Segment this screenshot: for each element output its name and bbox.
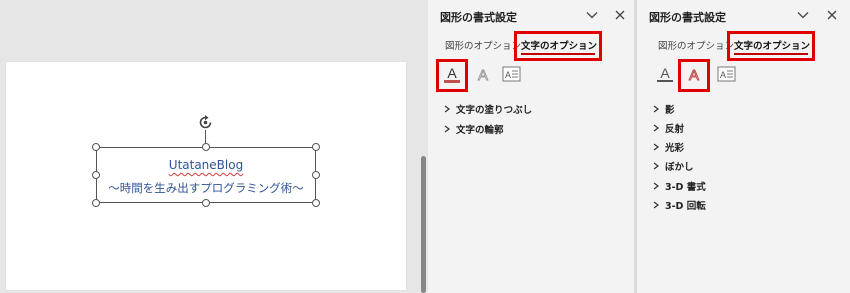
section-3d-format[interactable]: 3-D 書式 (651, 179, 706, 193)
svg-text:A: A (505, 70, 511, 80)
vertical-scrollbar[interactable] (418, 0, 428, 293)
format-shape-pane-effects: 図形の書式設定 図形のオプション 文字のオプション A A A 影 反射 光彩 … (637, 0, 850, 293)
tab-shape-options[interactable]: 図形のオプション (658, 38, 734, 52)
section-text-outline[interactable]: 文字の輪郭 (442, 122, 504, 136)
slide-canvas[interactable]: UtataneBlog 〜時間を生み出すプログラミング術〜 (0, 0, 420, 293)
section-label: 反射 (665, 124, 685, 135)
section-label: 影 (665, 105, 675, 116)
selected-textbox[interactable]: UtataneBlog 〜時間を生み出すプログラミング術〜 (96, 147, 316, 203)
chevron-down-icon[interactable] (585, 8, 599, 22)
text-effects-icon: A (478, 67, 489, 85)
textbox-line-1: UtataneBlog (168, 158, 244, 172)
chevron-right-icon (653, 201, 659, 209)
resize-handle-bottom[interactable] (202, 199, 210, 207)
resize-handle-bottom-left[interactable] (92, 199, 100, 207)
highlight-box-tab (727, 31, 815, 61)
section-soft-edges[interactable]: ぼかし (651, 159, 694, 173)
resize-handle-top-right[interactable] (312, 143, 320, 151)
highlight-box-icon (436, 59, 468, 92)
textbox-layout-button[interactable]: A (715, 63, 737, 85)
section-reflection[interactable]: 反射 (651, 121, 684, 135)
svg-text:A: A (660, 65, 670, 81)
section-label: 光彩 (665, 143, 685, 154)
close-icon[interactable] (613, 8, 627, 22)
section-label: 3-D 書式 (665, 182, 706, 193)
svg-text:A: A (720, 70, 726, 80)
section-label: 3-D 回転 (665, 201, 706, 212)
textbox-line-2: 〜時間を生み出すプログラミング術〜 (108, 181, 304, 195)
chevron-down-icon[interactable] (796, 8, 810, 22)
text-fill-outline-button[interactable]: A (654, 63, 676, 85)
chevron-right-icon (653, 124, 659, 132)
textbox-layout-button[interactable]: A (500, 63, 522, 85)
section-3d-rotation[interactable]: 3-D 回転 (651, 198, 706, 212)
section-label: 文字の輪郭 (456, 125, 504, 136)
pane-title: 図形の書式設定 (649, 11, 726, 24)
resize-handle-top[interactable] (202, 143, 210, 151)
close-icon[interactable] (825, 8, 839, 22)
chevron-right-icon (444, 125, 450, 133)
resize-handle-bottom-right[interactable] (312, 199, 320, 207)
section-label: ぼかし (665, 162, 694, 173)
chevron-right-icon (653, 162, 659, 170)
resize-handle-left[interactable] (92, 171, 100, 179)
chevron-right-icon (653, 105, 659, 113)
highlight-box-icon (678, 59, 710, 92)
rotate-handle-icon[interactable] (197, 114, 214, 131)
textbox-layout-icon: A (502, 66, 521, 82)
tab-shape-options[interactable]: 図形のオプション (445, 38, 521, 52)
section-glow[interactable]: 光彩 (651, 140, 684, 154)
svg-text:A: A (478, 67, 488, 84)
section-label: 文字の塗りつぶし (456, 105, 533, 116)
format-shape-pane-fill: 図形の書式設定 図形のオプション 文字のオプション A A A 文字の塗りつぶし… (428, 0, 634, 293)
chevron-right-icon (444, 105, 450, 113)
resize-handle-right[interactable] (312, 171, 320, 179)
chevron-right-icon (653, 143, 659, 151)
section-shadow[interactable]: 影 (651, 102, 675, 116)
chevron-right-icon (653, 182, 659, 190)
scrollbar-thumb[interactable] (421, 156, 426, 293)
text-fill-outline-icon: A (657, 65, 673, 82)
section-text-fill[interactable]: 文字の塗りつぶし (442, 102, 532, 116)
pane-title: 図形の書式設定 (440, 11, 517, 24)
resize-handle-top-left[interactable] (92, 143, 100, 151)
textbox-layout-icon: A (717, 66, 736, 82)
highlight-box-tab (514, 31, 602, 61)
text-effects-button[interactable]: A (472, 63, 494, 85)
